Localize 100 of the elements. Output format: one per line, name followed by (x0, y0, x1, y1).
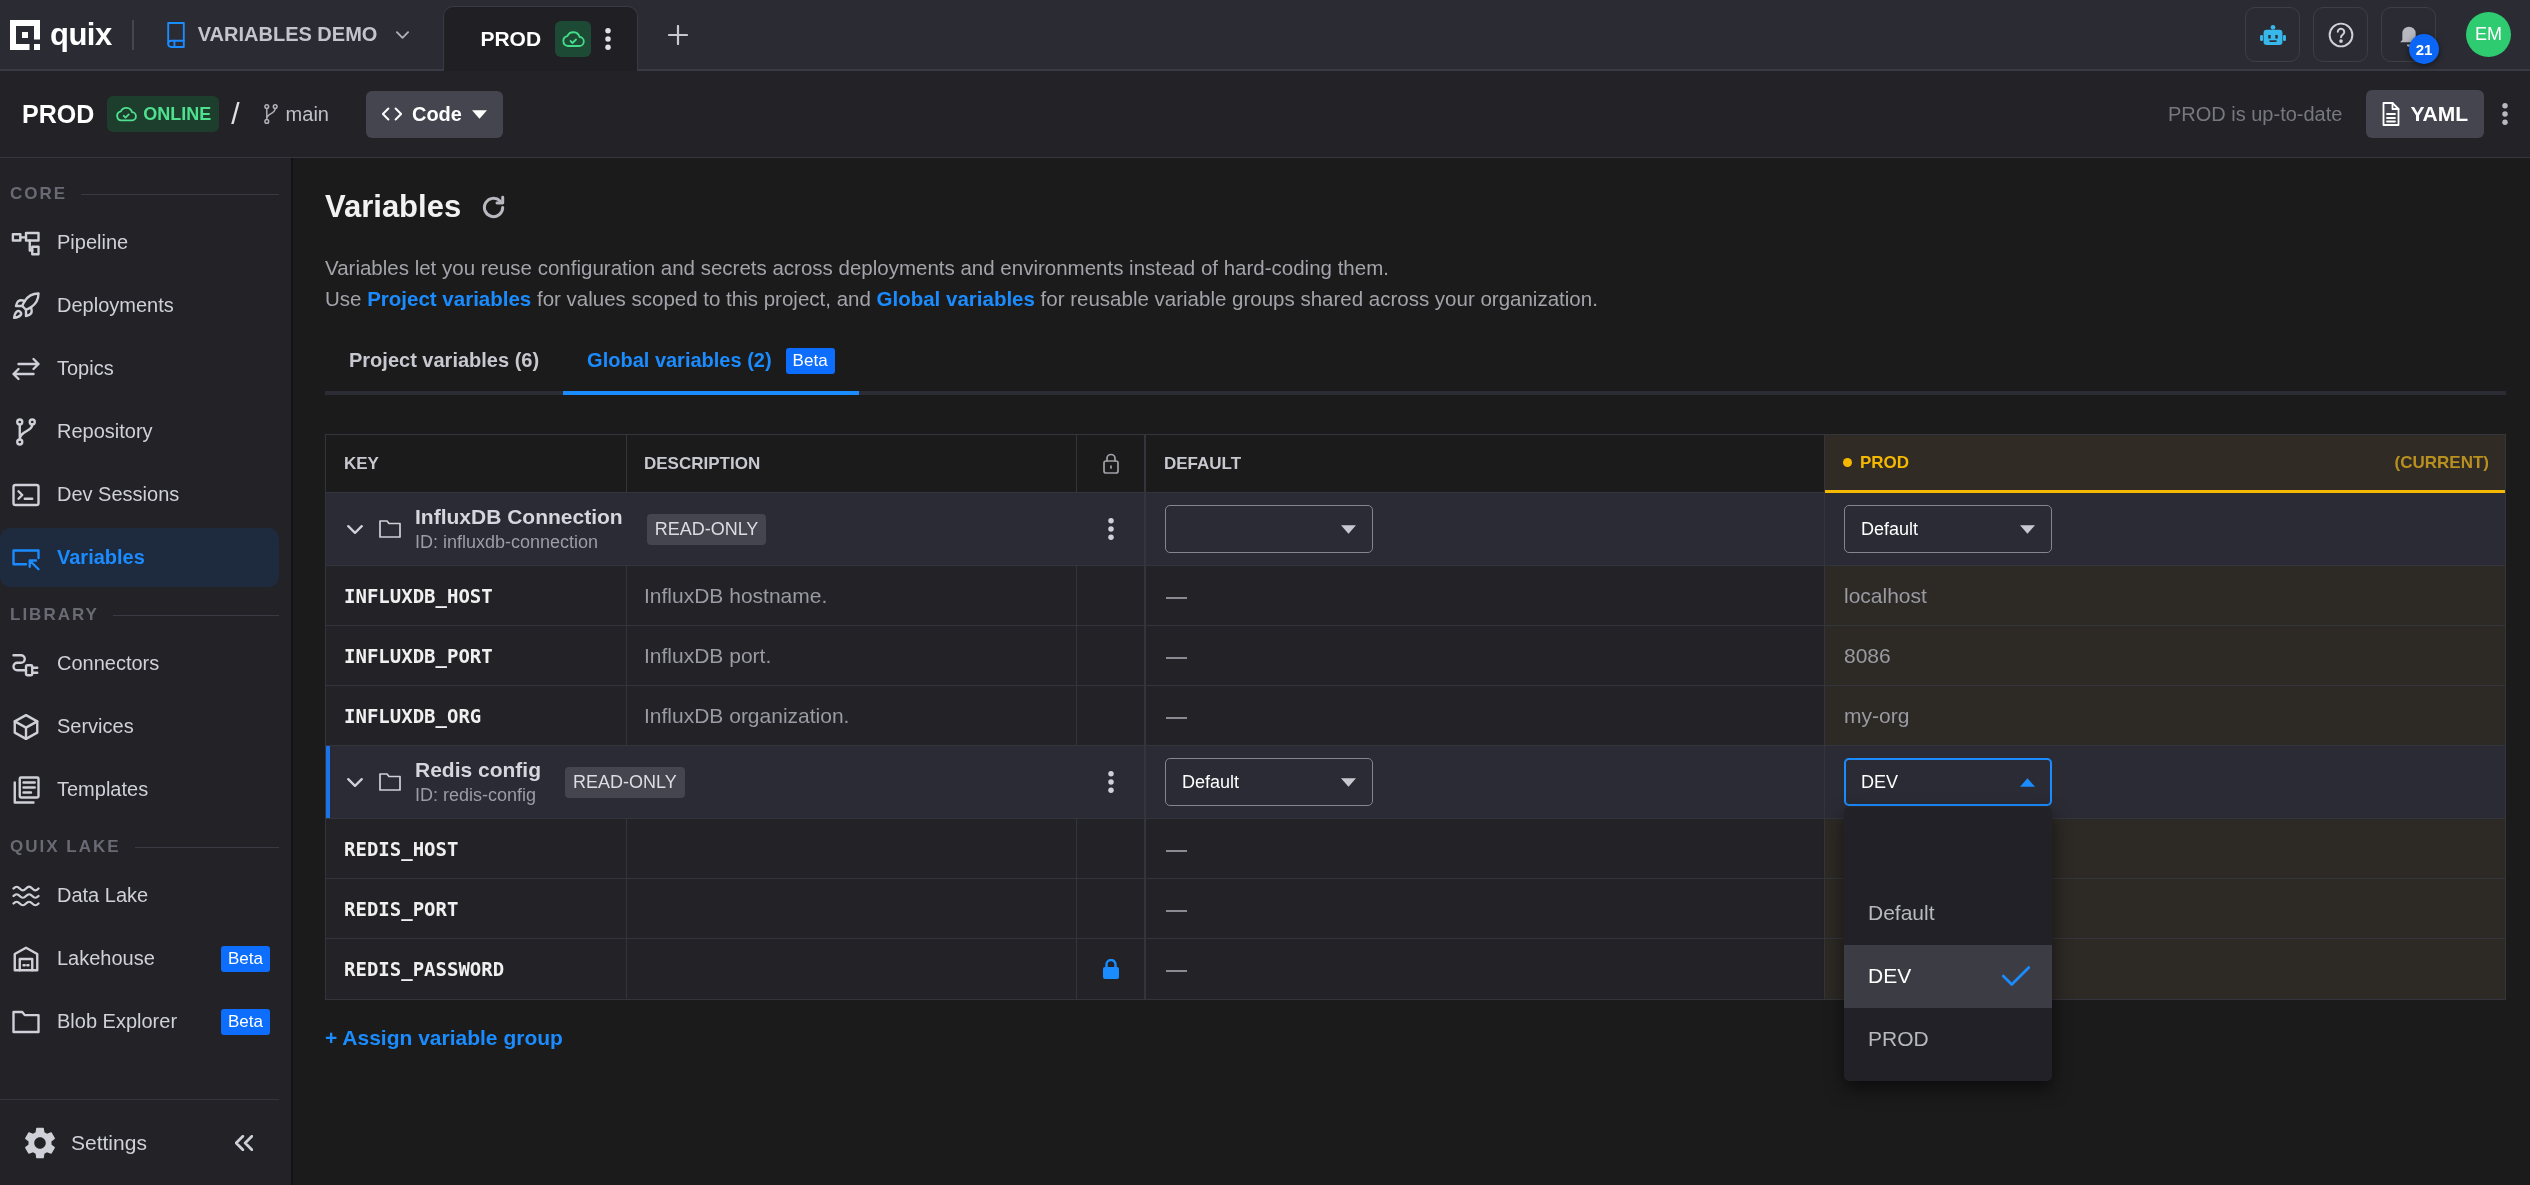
read-only-badge: READ-ONLY (646, 513, 767, 545)
value-cell: localhost (1825, 566, 2505, 625)
dropdown-option[interactable]: Default (1844, 881, 2052, 945)
branch-name[interactable]: main (285, 102, 329, 126)
caret-icon (2020, 777, 2035, 787)
kebab-icon[interactable] (1107, 771, 1114, 793)
environment-name: PROD (22, 99, 95, 129)
select-field[interactable]: Default (1165, 758, 1373, 806)
settings-button[interactable]: Settings (24, 1126, 147, 1159)
group-name: Redis config (415, 757, 541, 783)
key-cell: INFLUXDB_ORG (326, 686, 627, 745)
key-cell: REDIS_PASSWORD (326, 939, 627, 999)
tab[interactable]: Global variables (2) Beta (563, 330, 859, 395)
kebab-icon[interactable] (605, 28, 612, 50)
key-cell: INFLUXDB_PORT (326, 626, 627, 685)
group-row[interactable]: Redis config ID: redis-config READ-ONLY Default DEV (326, 746, 2505, 819)
key-cell: REDIS_PORT (326, 879, 627, 938)
logo-icon (10, 19, 40, 50)
description-text: Use Project variables for values scoped to this project, and Global variables for reusable variable groups shared across your organization. (325, 286, 1599, 312)
select-field[interactable]: DEV (1844, 758, 2052, 806)
dropdown-option[interactable]: DEV (1844, 944, 2052, 1008)
description-cell: InfluxDB hostname. (627, 566, 1077, 625)
assistant-button[interactable] (2245, 7, 2300, 62)
column-header: KEY (326, 435, 627, 492)
notification-badge: 21 (2409, 34, 2439, 64)
project-selector[interactable]: VARIABLES DEMO (166, 21, 410, 48)
assign-group-link[interactable]: + Assign variable group (325, 1024, 563, 1052)
caret-icon (2020, 524, 2035, 534)
sync-status: PROD is up-to-date (2167, 102, 2343, 126)
rocket-icon (11, 290, 41, 321)
robot-icon (2259, 24, 2286, 45)
kebab-icon[interactable] (1107, 518, 1114, 540)
sidebar-item[interactable]: Dev Sessions (0, 465, 279, 524)
description-text: Variables let you reuse configuration and secrets across deployments and environments instead of hard-coding them. (325, 255, 1390, 281)
refresh-icon[interactable] (481, 195, 506, 219)
column-header: DESCRIPTION (627, 435, 1077, 492)
description-cell: InfluxDB organization. (627, 686, 1077, 745)
help-button[interactable] (2313, 7, 2368, 62)
value-cell: 8086 (1825, 626, 2505, 685)
sidebar-item[interactable]: Pipeline (0, 213, 279, 272)
sidebar-item[interactable]: Blob Explorer Beta (0, 992, 279, 1051)
notifications-button[interactable]: 21 (2381, 7, 2436, 62)
status-dot-icon (1843, 458, 1852, 467)
sidebar-item[interactable]: Topics (0, 339, 279, 398)
select-field[interactable] (1165, 505, 1373, 553)
document-icon (2382, 102, 2401, 126)
caret-icon (1341, 777, 1356, 787)
read-only-badge: READ-ONLY (565, 766, 685, 798)
sidebar-item[interactable]: Repository (0, 402, 279, 461)
key-cell: INFLUXDB_HOST (326, 566, 627, 625)
sidebar-item[interactable]: Data Lake (0, 866, 279, 925)
code-icon (381, 107, 402, 121)
beta-badge: Beta (785, 347, 835, 374)
section-title: CORE (10, 184, 68, 204)
kebab-icon[interactable] (2502, 103, 2508, 125)
key-cell: REDIS_HOST (326, 819, 627, 878)
logo-text: quix (50, 16, 112, 53)
path-separator: / (231, 97, 240, 131)
description-cell: InfluxDB port. (627, 626, 1077, 685)
sidebar-item[interactable]: Variables (0, 528, 279, 587)
section-title: QUIX LAKE (10, 837, 121, 857)
tab[interactable]: Project variables (6) (325, 330, 564, 395)
sidebar-item[interactable]: Templates (0, 760, 279, 819)
value-cell: my-org (1825, 686, 2505, 745)
select-field[interactable]: Default (1844, 505, 2052, 553)
branch-icon (263, 103, 278, 125)
beta-badge: Beta (221, 945, 270, 972)
dropdown-option[interactable]: PROD (1844, 1007, 2052, 1071)
chevron-down-icon (396, 30, 410, 39)
check-icon (2002, 966, 2030, 986)
link[interactable]: Project variables (367, 287, 532, 310)
page-title: Variables (325, 189, 462, 225)
group-id: ID: influxdb-connection (415, 531, 600, 554)
chevron-down-icon[interactable] (347, 777, 363, 787)
sidebar-item[interactable]: Deployments (0, 276, 279, 335)
status-text: ONLINE (143, 103, 212, 125)
environment-tab[interactable]: PROD (443, 6, 639, 71)
sidebar-item[interactable]: Connectors (0, 634, 279, 693)
chevron-down-icon[interactable] (347, 524, 363, 534)
caret-icon (471, 109, 487, 119)
link[interactable]: Global variables (876, 287, 1035, 310)
folder-icon (379, 773, 401, 791)
double-chevron-left-icon[interactable] (235, 1134, 253, 1151)
current-label: (CURRENT) (2394, 452, 2489, 473)
caret-icon (1341, 524, 1356, 534)
lock-icon (1102, 453, 1119, 474)
settings-icon (24, 1126, 56, 1159)
documents-icon (11, 774, 41, 805)
group-name: InfluxDB Connection (415, 504, 623, 530)
group-row[interactable]: InfluxDB Connection ID: influxdb-connection READ-ONLY Default (326, 493, 2505, 566)
section-title: LIBRARY (10, 605, 99, 625)
sidebar-item[interactable]: Services (0, 697, 279, 756)
cube-icon (11, 711, 41, 742)
environment-label: PROD (1860, 452, 1910, 473)
cloud-check-icon (555, 21, 592, 57)
plus-icon[interactable] (668, 24, 689, 45)
yaml-button[interactable]: YAML (2366, 90, 2484, 138)
group-id: ID: redis-config (415, 784, 538, 807)
sidebar-item[interactable]: Lakehouse Beta (0, 929, 279, 988)
code-button[interactable]: Code (365, 90, 503, 138)
